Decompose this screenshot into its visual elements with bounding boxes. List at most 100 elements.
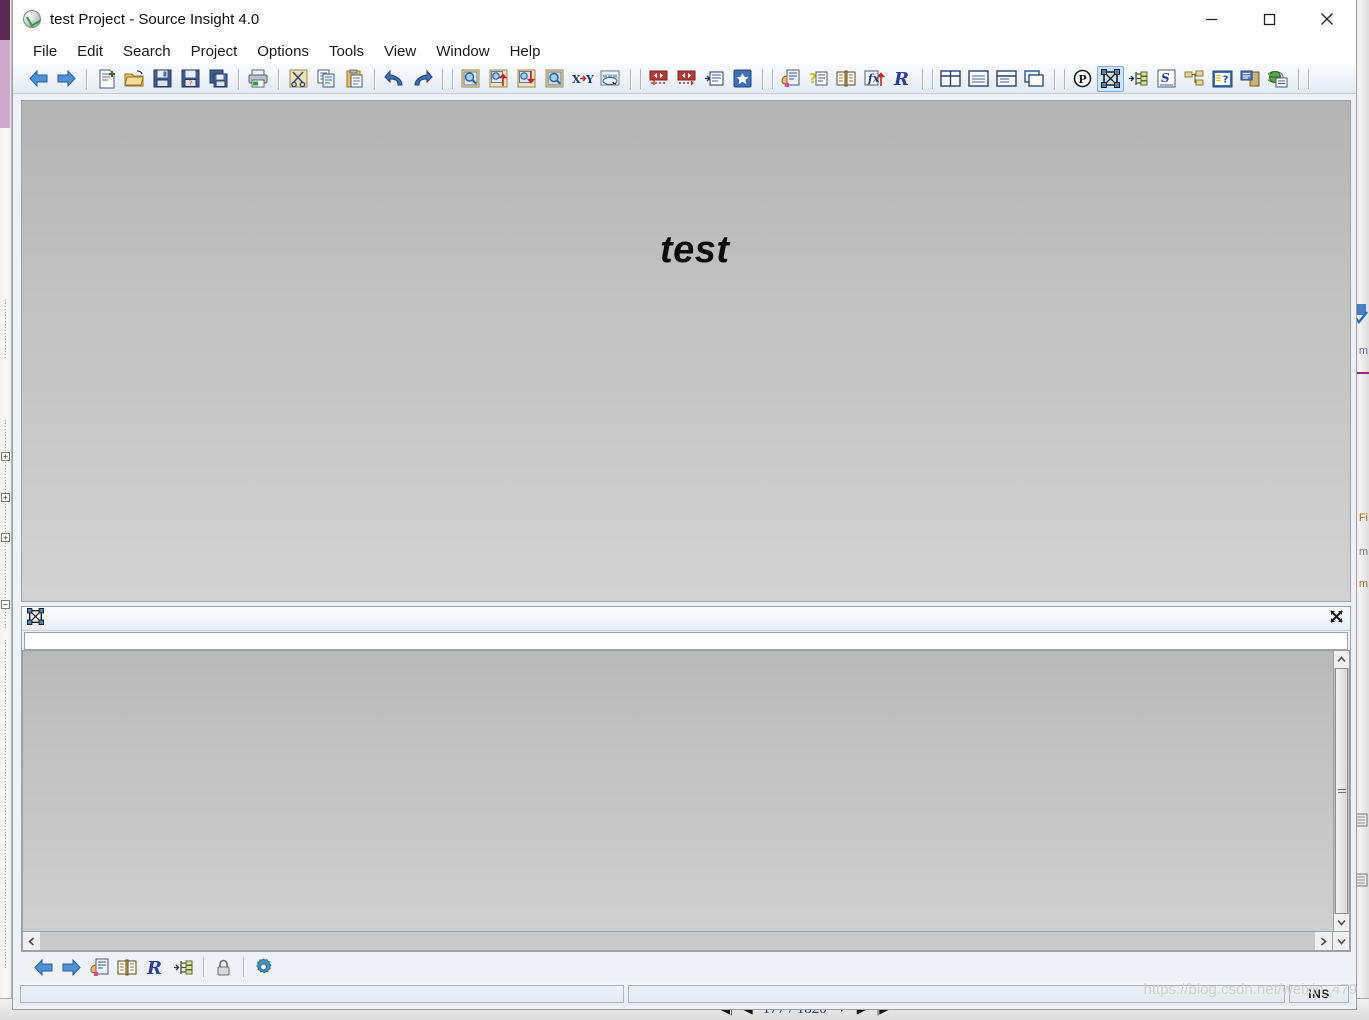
- svg-text:?: ?: [1223, 74, 1229, 85]
- clip-window-icon[interactable]: [1237, 66, 1264, 92]
- search-magnifier-icon[interactable]: [457, 66, 484, 92]
- close-panel-icon[interactable]: [1329, 609, 1344, 629]
- scroll-corner-down-icon[interactable]: [1333, 932, 1350, 951]
- search-forward-icon[interactable]: [513, 66, 540, 92]
- symbol-window-icon[interactable]: [1097, 65, 1124, 92]
- print-icon[interactable]: [245, 66, 272, 92]
- forward-arrow-icon[interactable]: [53, 66, 80, 92]
- menu-item-edit[interactable]: Edit: [67, 41, 113, 62]
- forward-arrow-icon[interactable]: [58, 954, 85, 980]
- tile-horizontal-icon[interactable]: [965, 66, 992, 92]
- scroll-grip: [1337, 788, 1346, 794]
- window-title: test Project - Source Insight 4.0: [50, 10, 260, 28]
- search-backward-icon[interactable]: [485, 66, 512, 92]
- panel-vertical-scrollbar[interactable]: [1333, 650, 1350, 932]
- toolbar-separator: [243, 957, 245, 977]
- chevron-left-icon[interactable]: [23, 932, 40, 950]
- lock-icon[interactable]: [210, 954, 237, 980]
- toolbar-separator: [238, 68, 240, 89]
- tile-vertical-icon[interactable]: [993, 66, 1020, 92]
- back-arrow-icon[interactable]: [30, 954, 57, 980]
- copy-icon[interactable]: [313, 66, 340, 92]
- source-insight-window: test Project - Source Insight 4.0 File E…: [12, 0, 1357, 1010]
- function-jump-icon[interactable]: fx: [861, 66, 888, 92]
- context-window-icon[interactable]: [777, 66, 804, 92]
- scroll-thumb[interactable]: [1335, 668, 1348, 914]
- svg-text:Y: Y: [585, 73, 594, 86]
- menu-item-view[interactable]: View: [374, 41, 426, 62]
- gear-icon[interactable]: [250, 954, 277, 980]
- toolbar-separator: [1298, 68, 1300, 89]
- panel-hscroll-row: [22, 932, 1350, 951]
- menu-item-help[interactable]: Help: [500, 41, 551, 62]
- context-tree-icon[interactable]: [170, 954, 197, 980]
- menu-item-window[interactable]: Window: [426, 41, 499, 62]
- close-button[interactable]: [1298, 0, 1356, 38]
- redo-arrow-icon[interactable]: [409, 66, 436, 92]
- toolbar-separator: [1308, 68, 1310, 89]
- toolbar-separator: [1064, 68, 1066, 89]
- save-icon[interactable]: [149, 66, 176, 92]
- symbol-panel: [21, 606, 1351, 952]
- panel-search-input[interactable]: [24, 632, 1348, 650]
- menu-item-options[interactable]: Options: [247, 41, 319, 62]
- undo-arrow-icon[interactable]: [381, 66, 408, 92]
- svg-text:?: ?: [809, 72, 817, 87]
- menu-item-file[interactable]: File: [23, 41, 67, 62]
- cut-scissors-icon[interactable]: [285, 66, 312, 92]
- toolbar-separator: [374, 68, 376, 89]
- svg-text:P: P: [1078, 73, 1086, 86]
- context-window-icon[interactable]: [86, 954, 113, 980]
- browse-references-icon[interactable]: [114, 954, 141, 980]
- tile-grid-icon[interactable]: [937, 66, 964, 92]
- bookmark-star-icon[interactable]: [729, 66, 756, 92]
- browse-references-icon[interactable]: [833, 66, 860, 92]
- search-web-icon[interactable]: www: [597, 66, 624, 92]
- editor-window[interactable]: test: [21, 100, 1351, 602]
- call-graph-icon[interactable]: [1181, 66, 1208, 92]
- toolbar-separator: [762, 68, 764, 89]
- new-file-icon[interactable]: [93, 66, 120, 92]
- panel-horizontal-scrollbar[interactable]: [22, 932, 1333, 951]
- save-as-icon[interactable]: ?: [177, 66, 204, 92]
- source-browser-icon[interactable]: S: [1153, 66, 1180, 92]
- save-all-icon[interactable]: [205, 66, 232, 92]
- go-to-line-icon[interactable]: [701, 66, 728, 92]
- chevron-right-icon[interactable]: [1315, 932, 1332, 950]
- hscroll-track[interactable]: [40, 932, 1315, 950]
- help-panel-icon[interactable]: ?: [1209, 66, 1236, 92]
- minimize-button[interactable]: [1182, 0, 1240, 38]
- search-files-icon[interactable]: [541, 66, 568, 92]
- back-arrow-icon[interactable]: [25, 66, 52, 92]
- svg-text:S: S: [1161, 71, 1170, 85]
- svg-text:X: X: [572, 73, 581, 86]
- jump-back-icon[interactable]: [645, 66, 672, 92]
- menu-item-tools[interactable]: Tools: [319, 41, 374, 62]
- open-folder-icon[interactable]: [121, 66, 148, 92]
- context-tree-icon[interactable]: [1125, 66, 1152, 92]
- jump-forward-icon[interactable]: [673, 66, 700, 92]
- scroll-track[interactable]: [1334, 668, 1349, 914]
- relation-window-icon[interactable]: R: [889, 66, 916, 92]
- function-jump-icon[interactable]: R: [142, 954, 169, 980]
- menu-bar: File Edit Search Project Options Tools V…: [13, 38, 1356, 64]
- menu-item-project[interactable]: Project: [181, 41, 248, 62]
- panel-search-row: [22, 631, 1350, 650]
- menu-item-search[interactable]: Search: [113, 41, 181, 62]
- chevron-down-icon[interactable]: [1334, 914, 1349, 931]
- chevron-up-icon[interactable]: [1334, 651, 1349, 668]
- symbol-info-icon[interactable]: ?: [805, 66, 832, 92]
- maximize-button[interactable]: [1240, 0, 1298, 38]
- status-message: [20, 985, 624, 1003]
- project-window-icon[interactable]: P: [1069, 66, 1096, 92]
- background-tree-line: [5, 300, 6, 360]
- cascade-windows-icon[interactable]: [1021, 66, 1048, 92]
- web-browser-icon[interactable]: [1265, 66, 1292, 92]
- background-label: m: [1358, 578, 1368, 590]
- paste-icon[interactable]: [341, 66, 368, 92]
- replace-xy-icon[interactable]: X Y: [569, 66, 596, 92]
- toolbar-separator: [630, 68, 632, 89]
- panel-results-area[interactable]: [22, 650, 1333, 932]
- svg-text:R: R: [893, 69, 909, 88]
- toolbar-separator: [640, 68, 642, 89]
